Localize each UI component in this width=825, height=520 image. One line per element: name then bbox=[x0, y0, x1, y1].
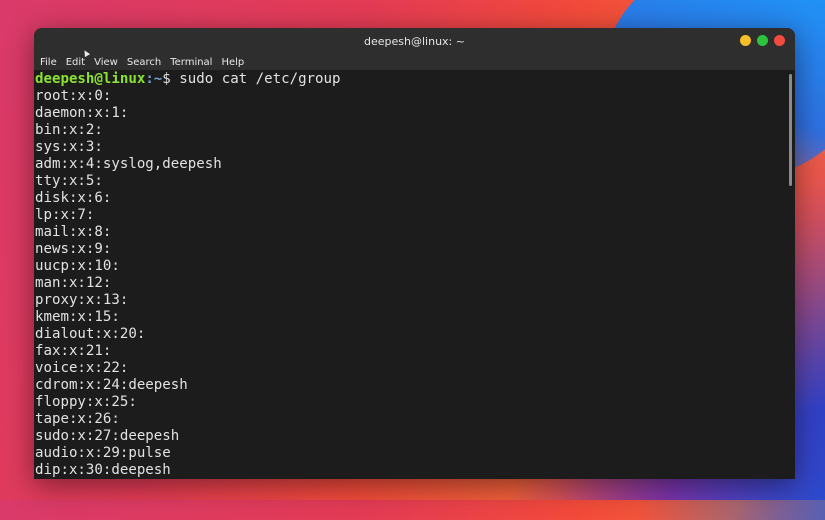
menu-view[interactable]: View bbox=[94, 57, 118, 68]
output-line: root:x:0: bbox=[35, 88, 112, 104]
output-line: daemon:x:1: bbox=[35, 105, 129, 121]
menu-search[interactable]: Search bbox=[127, 57, 161, 68]
prompt-path: :~ bbox=[145, 71, 163, 87]
output-line: lp:x:7: bbox=[35, 207, 95, 223]
menu-help[interactable]: Help bbox=[221, 57, 244, 68]
output-line: news:x:9: bbox=[35, 241, 112, 257]
terminal-window[interactable]: deepesh@linux: ~ File Edit View Search T… bbox=[34, 28, 795, 479]
title-bar[interactable]: deepesh@linux: ~ bbox=[34, 28, 795, 54]
output-line: proxy:x:13: bbox=[35, 292, 129, 308]
scrollbar[interactable] bbox=[789, 74, 792, 186]
output-line: audio:x:29:pulse bbox=[35, 445, 171, 461]
output-line: man:x:12: bbox=[35, 275, 112, 291]
output-line: dip:x:30:deepesh bbox=[35, 462, 171, 478]
output-line: kmem:x:15: bbox=[35, 309, 120, 325]
output-line: tty:x:5: bbox=[35, 173, 103, 189]
menu-bar: File Edit View Search Terminal Help bbox=[34, 54, 795, 70]
menu-terminal[interactable]: Terminal bbox=[170, 57, 212, 68]
window-title: deepesh@linux: ~ bbox=[364, 34, 465, 48]
prompt-symbol: $ bbox=[162, 71, 180, 87]
output-line: bin:x:2: bbox=[35, 122, 103, 138]
output-line: floppy:x:25: bbox=[35, 394, 137, 410]
menu-edit[interactable]: Edit bbox=[66, 57, 85, 68]
minimize-button[interactable] bbox=[740, 35, 751, 46]
output-line: fax:x:21: bbox=[35, 343, 112, 359]
menu-file[interactable]: File bbox=[40, 57, 57, 68]
output-line: sys:x:3: bbox=[35, 139, 103, 155]
maximize-button[interactable] bbox=[757, 35, 768, 46]
output-line: voice:x:22: bbox=[35, 360, 129, 376]
close-button[interactable] bbox=[774, 35, 785, 46]
output-line: sudo:x:27:deepesh bbox=[35, 428, 180, 444]
output-line: mail:x:8: bbox=[35, 224, 112, 240]
output-line: cdrom:x:24:deepesh bbox=[35, 377, 188, 393]
output-line: adm:x:4:syslog,deepesh bbox=[35, 156, 222, 172]
command-text: sudo cat /etc/group bbox=[179, 71, 341, 87]
command-line: deepesh@linux:~$ sudo cat /etc/group bbox=[35, 71, 795, 88]
terminal-area[interactable]: deepesh@linux:~$ sudo cat /etc/group roo… bbox=[34, 70, 795, 479]
output-line: disk:x:6: bbox=[35, 190, 112, 206]
prompt-user: deepesh@linux bbox=[35, 71, 146, 87]
output-line: dialout:x:20: bbox=[35, 326, 146, 342]
terminal-output: root:x:0: daemon:x:1: bin:x:2: sys:x:3: adm:… bbox=[35, 88, 795, 479]
output-line: uucp:x:10: bbox=[35, 258, 120, 274]
output-line: tape:x:26: bbox=[35, 411, 120, 427]
window-controls bbox=[740, 35, 785, 46]
